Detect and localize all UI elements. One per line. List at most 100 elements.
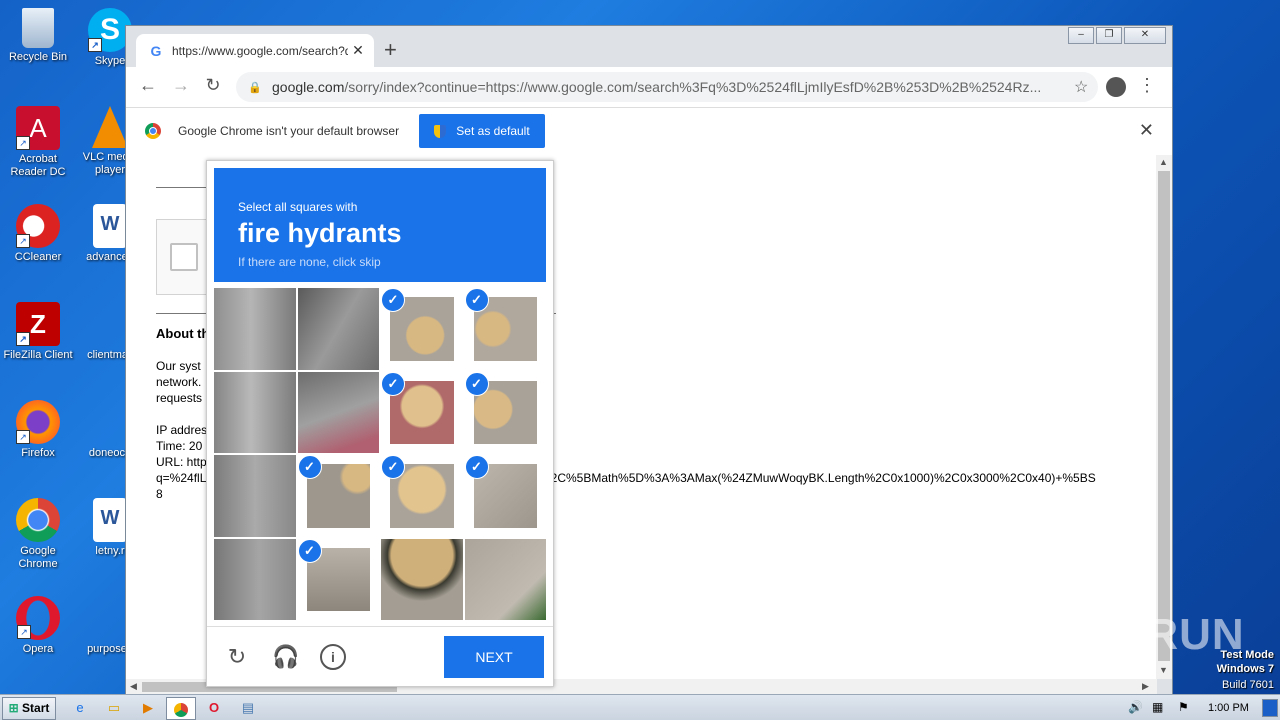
google-favicon-icon: G (150, 42, 162, 59)
scroll-left-icon[interactable]: ◀ (130, 681, 137, 692)
captcha-tile[interactable] (214, 371, 296, 453)
new-tab-button[interactable]: + (384, 38, 397, 62)
desktop-icon-recycle-bin[interactable]: Recycle Bin (0, 8, 76, 64)
browser-tab[interactable]: G https://www.google.com/search?q= ✕ (136, 34, 374, 67)
lock-icon: 🔒 (248, 81, 262, 94)
captcha-tile[interactable] (214, 538, 296, 620)
ie-taskbar-icon[interactable]: e (66, 697, 94, 718)
default-browser-infobar: Google Chrome isn't your default browser… (126, 107, 1172, 156)
word-document-icon: W (93, 498, 127, 542)
address-bar[interactable]: 🔒 google.com/sorry/index?continue=https:… (236, 72, 1098, 102)
scroll-up-icon[interactable]: ▲ (1159, 157, 1168, 167)
captcha-tile[interactable]: ✓ (464, 455, 547, 537)
checkmark-icon: ✓ (381, 455, 405, 479)
tab-close-icon[interactable]: ✕ (348, 42, 368, 59)
firefox-icon: ↗ (16, 400, 60, 444)
url-path: /sorry/index?continue=https://www.google… (344, 79, 1042, 95)
opera-taskbar-icon[interactable]: O (200, 697, 228, 718)
speaker-icon[interactable]: 🔊 (1128, 700, 1143, 714)
recaptcha-checkbox[interactable] (170, 243, 198, 271)
about-heading: About th (156, 326, 210, 341)
url-tail-text: %2C%5BMath%5D%3A%3AMax(%24ZMuwWoqyBK.Len… (540, 471, 1096, 485)
reload-button[interactable]: ↻ (201, 75, 225, 96)
desktop-icon-filezilla[interactable]: Z ↗ FileZilla Client (0, 302, 76, 362)
desktop-icon-ccleaner[interactable]: ↗ CCleaner (0, 204, 76, 264)
desktop-icon-label: FileZilla Client (3, 349, 73, 361)
ccleaner-icon: ↗ (16, 204, 60, 248)
url-host: google.com (272, 79, 345, 95)
captcha-tile[interactable]: ✓ (297, 455, 380, 537)
checkmark-icon: ✓ (464, 455, 489, 479)
page-line: q=%24flL (156, 471, 207, 485)
clock[interactable]: 1:00 PM (1208, 702, 1249, 714)
image-grid: ✓ ✓ ✓ ✓ ✓ ✓ ✓ ✓ (214, 288, 546, 620)
scroll-down-icon[interactable]: ▼ (1159, 665, 1168, 675)
desktop-icon-acrobat[interactable]: A ↗ Acrobat Reader DC (0, 106, 76, 179)
tile-image (214, 538, 296, 620)
captcha-tile[interactable]: ✓ (464, 288, 547, 370)
desktop-icon-label: Opera (22, 643, 54, 655)
network-icon[interactable]: ▦ (1152, 700, 1163, 714)
page-line: network. (156, 375, 202, 389)
captcha-tile[interactable] (381, 538, 463, 620)
bookmark-star-icon[interactable]: ☆ (1074, 77, 1098, 97)
back-button[interactable]: ← (136, 75, 160, 96)
captcha-tile[interactable] (214, 288, 296, 370)
scroll-thumb[interactable] (1158, 171, 1170, 661)
captcha-tile[interactable]: ✓ (381, 455, 463, 537)
filezilla-icon: Z ↗ (16, 302, 60, 346)
chrome-logo-icon (174, 702, 188, 717)
desktop-icon-chrome[interactable]: Google Chrome (0, 498, 76, 571)
minimize-button[interactable]: – (1068, 27, 1094, 44)
taskbar: ⊞ Start e ▭ ▶ O ▤ 🔊 ▦ ⚑ 1:00 PM (0, 694, 1280, 720)
restore-button[interactable]: ❐ (1096, 27, 1122, 44)
audio-challenge-icon[interactable]: 🎧 (272, 644, 299, 670)
action-center-flag-icon[interactable]: ⚑ (1178, 700, 1189, 714)
page-line: Our syst (156, 359, 201, 373)
media-player-taskbar-icon[interactable]: ▶ (134, 697, 162, 718)
divider (156, 187, 211, 188)
vlc-icon (92, 106, 128, 148)
forward-button[interactable]: → (169, 75, 193, 96)
vertical-scrollbar[interactable]: ▲ ▼ (1156, 155, 1172, 679)
target-text: fire hydrants (238, 218, 402, 248)
tile-image (297, 288, 379, 370)
explorer-taskbar-icon[interactable]: ▭ (100, 697, 128, 718)
checkmark-icon: ✓ (297, 455, 322, 479)
next-button[interactable]: NEXT (444, 636, 544, 678)
acrobat-icon: A ↗ (16, 106, 60, 150)
captcha-tile[interactable]: ✓ (381, 288, 463, 370)
checkmark-icon: ✓ (381, 288, 405, 312)
info-icon[interactable]: i (320, 644, 346, 670)
captcha-tile[interactable]: ✓ (381, 371, 463, 454)
desktop-icon-firefox[interactable]: ↗ Firefox (0, 400, 76, 460)
show-desktop-button[interactable] (1262, 699, 1278, 717)
start-button[interactable]: ⊞ Start (2, 697, 56, 720)
chrome-logo-icon (145, 123, 161, 139)
tile-image (214, 455, 296, 537)
captcha-tile[interactable] (297, 288, 379, 370)
toolbar: ← → ↻ 🔒 google.com/sorry/index?continue=… (126, 67, 1172, 107)
chrome-taskbar-icon[interactable] (166, 697, 196, 720)
menu-dots-icon[interactable]: ⋮ (1138, 75, 1156, 96)
tile-image (214, 288, 296, 370)
reload-challenge-icon[interactable]: ↻ (224, 644, 250, 670)
anyrun-watermark: ANY RUN (1038, 610, 1245, 659)
desktop-icon-label: Acrobat Reader DC (10, 153, 66, 178)
notepad-taskbar-icon[interactable]: ▤ (234, 697, 262, 718)
profile-avatar-icon[interactable] (1106, 77, 1126, 97)
scroll-right-icon[interactable]: ▶ (1142, 681, 1149, 692)
desktop-icon-opera[interactable]: ↗ Opera (0, 596, 76, 656)
infobar-close-icon[interactable]: ✕ (1139, 120, 1154, 141)
tile-image (464, 538, 546, 620)
tab-title: https://www.google.com/search?q= (172, 43, 348, 58)
captcha-tile[interactable]: ✓ (297, 538, 380, 621)
captcha-tile[interactable] (297, 371, 379, 453)
captcha-tile[interactable] (214, 455, 296, 537)
captcha-tile[interactable] (464, 538, 546, 620)
set-as-default-button[interactable]: Set as default (419, 114, 545, 148)
checkmark-icon: ✓ (297, 538, 322, 563)
captcha-tile[interactable]: ✓ (464, 371, 547, 454)
close-window-button[interactable]: ✕ (1124, 27, 1166, 44)
tile-image (214, 371, 296, 453)
